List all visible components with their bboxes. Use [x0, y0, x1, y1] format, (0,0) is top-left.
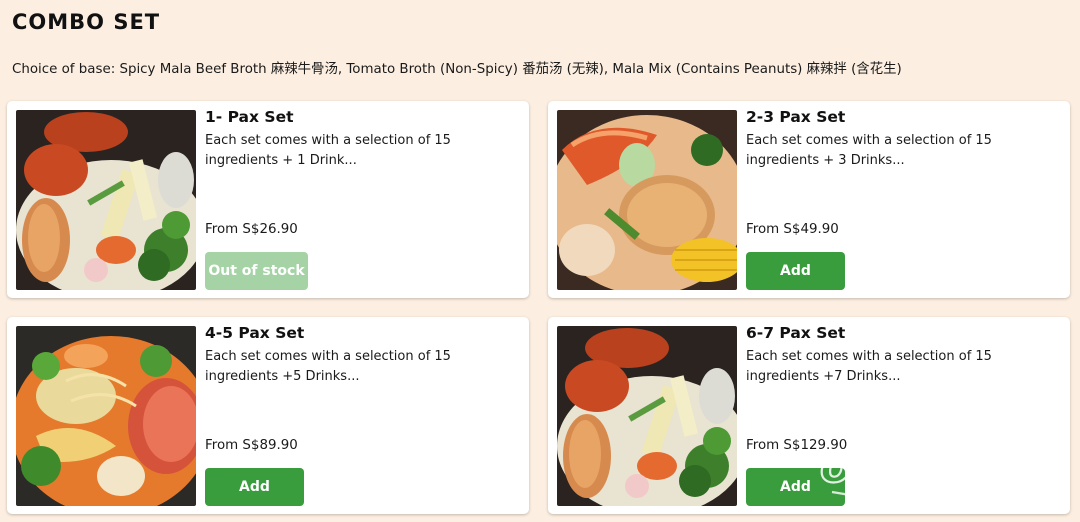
menu-item-description: Each set comes with a selection of 15 in…: [746, 349, 992, 384]
menu-item-name[interactable]: 4-5 Pax Set: [205, 324, 304, 342]
menu-item-card[interactable]: 2-3 Pax Set Each set comes with a select…: [548, 101, 1070, 298]
section-description: Choice of base: Spicy Mala Beef Broth 麻辣…: [12, 62, 902, 77]
menu-item-card[interactable]: 4-5 Pax Set Each set comes with a select…: [7, 317, 529, 514]
menu-item-price: From S$26.90: [205, 222, 298, 237]
menu-item-photo[interactable]: [16, 326, 196, 506]
out-of-stock-button: Out of stock: [205, 252, 308, 290]
menu-item-photo[interactable]: [16, 110, 196, 290]
menu-item-photo[interactable]: [557, 326, 737, 506]
menu-item-name[interactable]: 1- Pax Set: [205, 108, 294, 126]
menu-item-description: Each set comes with a selection of 15 in…: [746, 133, 992, 168]
menu-item-description: Each set comes with a selection of 15 in…: [205, 133, 451, 168]
menu-item-description: Each set comes with a selection of 15 in…: [205, 349, 451, 384]
section-title: COMBO SET: [12, 10, 161, 34]
menu-item-price: From S$89.90: [205, 438, 298, 453]
menu-item-card[interactable]: 1- Pax Set Each set comes with a selecti…: [7, 101, 529, 298]
menu-item-price: From S$129.90: [746, 438, 848, 453]
add-button[interactable]: Add: [746, 468, 845, 506]
menu-item-name[interactable]: 6-7 Pax Set: [746, 324, 845, 342]
add-button[interactable]: Add: [205, 468, 304, 506]
menu-item-photo[interactable]: [557, 110, 737, 290]
menu-item-name[interactable]: 2-3 Pax Set: [746, 108, 845, 126]
add-button[interactable]: Add: [746, 252, 845, 290]
menu-item-price: From S$49.90: [746, 222, 839, 237]
menu-item-card[interactable]: 6-7 Pax Set Each set comes with a select…: [548, 317, 1070, 514]
